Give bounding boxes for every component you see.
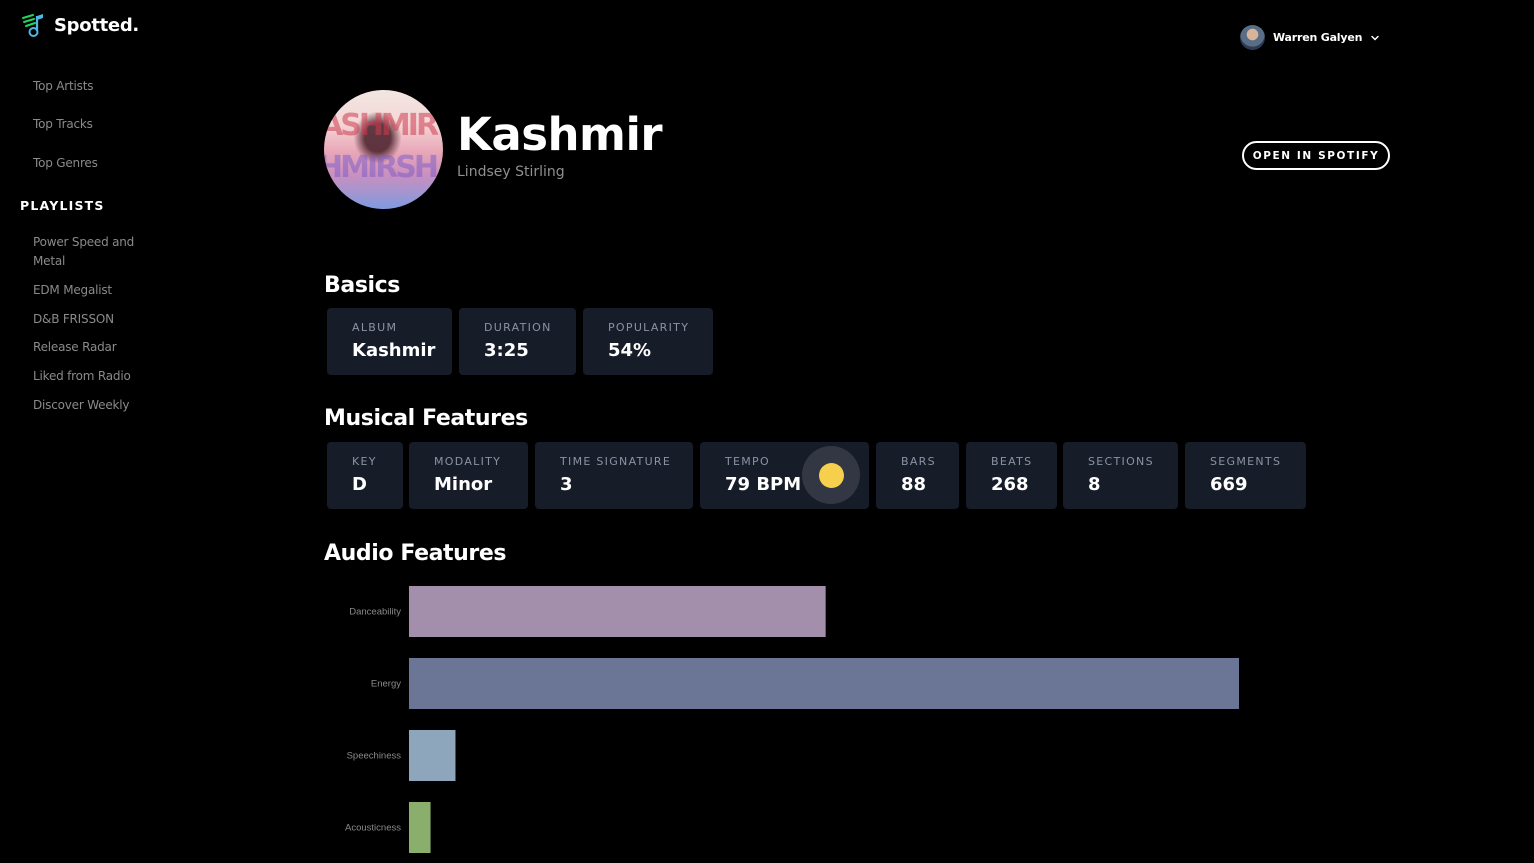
tempo-pulse-indicator <box>802 446 860 504</box>
card-value: 268 <box>991 474 1029 495</box>
app-name: Spotted. <box>54 14 139 36</box>
logo[interactable]: Spotted. <box>20 12 139 38</box>
card-label: ALBUM <box>352 321 398 334</box>
category-label: Danceability <box>349 607 401 618</box>
time-signature-card: TIME SIGNATURE 3 <box>535 442 693 509</box>
card-value: 3:25 <box>484 340 529 361</box>
track-artist[interactable]: Lindsey Stirling <box>457 164 565 180</box>
card-value: 3 <box>560 474 573 495</box>
musical-features-title: Musical Features <box>324 406 528 431</box>
bar-energy <box>409 658 1239 709</box>
card-value: Kashmir <box>352 340 436 361</box>
chevron-down-icon <box>1371 35 1379 41</box>
playlist-item[interactable]: EDM Megalist <box>33 281 143 300</box>
album-cover: ASHMIR HMIRSH <box>324 90 443 209</box>
open-in-spotify-button[interactable]: OPEN IN SPOTIFY <box>1242 141 1390 170</box>
nav-top-tracks[interactable]: Top Tracks <box>33 115 93 134</box>
playlist-item[interactable]: Discover Weekly <box>33 396 143 415</box>
tempo-card: TEMPO 79 BPM <box>700 442 869 509</box>
card-label: SECTIONS <box>1088 455 1154 468</box>
playlist-item[interactable]: Liked from Radio <box>33 367 143 386</box>
user-name: Warren Galyen <box>1273 31 1363 44</box>
card-label: TIME SIGNATURE <box>560 455 672 468</box>
card-label: BEATS <box>991 455 1033 468</box>
card-value: Minor <box>434 474 493 495</box>
nav-top-genres[interactable]: Top Genres <box>33 154 98 173</box>
playlist-item[interactable]: Release Radar <box>33 338 143 357</box>
card-value: D <box>352 474 367 495</box>
segments-card: SEGMENTS 669 <box>1185 442 1306 509</box>
sections-card: SECTIONS 8 <box>1063 442 1178 509</box>
app-root: Spotted. Top Artists Top Tracks Top Genr… <box>0 0 1534 863</box>
card-label: POPULARITY <box>608 321 690 334</box>
basics-title: Basics <box>324 273 400 298</box>
bar-danceability <box>409 586 826 637</box>
category-label: Acousticness <box>345 823 401 834</box>
card-label: MODALITY <box>434 455 502 468</box>
album-card: ALBUM Kashmir <box>327 308 452 375</box>
modality-card: MODALITY Minor <box>409 442 528 509</box>
bar-speechiness <box>409 730 456 781</box>
track-title: Kashmir <box>457 108 663 161</box>
category-label: Speechiness <box>347 751 402 762</box>
card-label: BARS <box>901 455 936 468</box>
playlists-heading: PLAYLISTS <box>20 198 105 213</box>
user-menu[interactable]: Warren Galyen <box>1240 25 1380 50</box>
card-value: 8 <box>1088 474 1101 495</box>
audio-features-title: Audio Features <box>324 541 507 566</box>
bar-acousticness <box>409 802 431 853</box>
key-card: KEY D <box>327 442 403 509</box>
music-note-icon <box>22 14 43 37</box>
card-label: KEY <box>352 455 377 468</box>
card-label: DURATION <box>484 321 552 334</box>
duration-card: DURATION 3:25 <box>459 308 576 375</box>
beats-card: BEATS 268 <box>966 442 1057 509</box>
card-value: 88 <box>901 474 927 495</box>
nav-top-artists[interactable]: Top Artists <box>33 77 93 96</box>
playlist-item[interactable]: D&B FRISSON <box>33 310 143 329</box>
popularity-card: POPULARITY 54% <box>583 308 713 375</box>
audio-features-chart: Danceability Energy Speechiness Acousticnes… <box>345 586 1239 853</box>
avatar <box>1240 25 1265 50</box>
playlist-item[interactable]: Power Speed and Metal <box>33 233 143 271</box>
card-label: SEGMENTS <box>1210 455 1282 468</box>
bars-card: BARS 88 <box>876 442 959 509</box>
sidebar: Spotted. Top Artists Top Tracks Top Genr… <box>0 0 180 863</box>
card-value: 54% <box>608 340 652 361</box>
card-value: 669 <box>1210 474 1248 495</box>
category-label: Energy <box>371 679 401 690</box>
